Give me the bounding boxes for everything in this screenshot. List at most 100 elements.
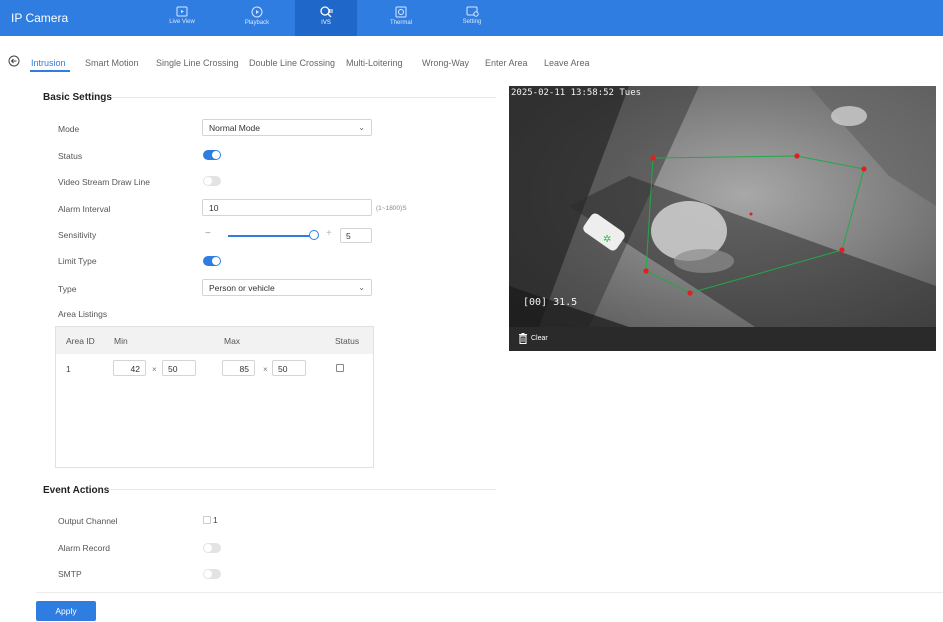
tab-smart-motion[interactable]: Smart Motion [85, 58, 139, 68]
target-marker-icon: ✲ [603, 234, 611, 245]
zone-vertex[interactable] [861, 166, 867, 172]
min-times-symbol: × [152, 365, 157, 374]
chevron-down-icon: ⌄ [358, 283, 365, 292]
output-channel-number: 1 [213, 515, 218, 525]
sensitivity-label: Sensitivity [58, 230, 97, 240]
alarm-record-label: Alarm Record [58, 543, 110, 553]
zone-vertex[interactable] [794, 153, 800, 159]
section-divider [112, 97, 496, 98]
output-channel-label: Output Channel [58, 516, 118, 526]
type-select[interactable]: Person or vehicle ⌄ [202, 279, 372, 296]
video-preview[interactable]: ✲ 2025-02-11 13:58:52 Tues [00] 31.5 [509, 86, 936, 327]
sensitivity-decrease-button[interactable]: − [205, 228, 211, 239]
basic-settings-title: Basic Settings [43, 92, 112, 103]
column-header-min: Min [114, 336, 128, 346]
video-temperature-overlay: [00] 31.5 [523, 297, 578, 308]
output-channel-checkbox[interactable] [203, 516, 211, 524]
event-actions-title: Event Actions [43, 485, 110, 496]
playback-icon [251, 6, 263, 18]
nav-setting-label: Setting [462, 19, 482, 25]
sensitivity-slider-handle[interactable] [309, 230, 319, 240]
toggle-knob [212, 151, 220, 159]
nav-ivs[interactable]: IVS [295, 0, 357, 36]
tab-double-line-crossing[interactable]: Double Line Crossing [249, 58, 335, 68]
table-header: Area ID Min Max Status [56, 327, 373, 354]
video-timestamp: 2025-02-11 13:58:52 Tues [511, 88, 642, 98]
alarm-interval-hint: (1~1800)S [376, 205, 407, 212]
alarm-record-toggle[interactable] [203, 543, 221, 553]
tab-wrong-way[interactable]: Wrong-Way [422, 58, 469, 68]
tab-leave-area[interactable]: Leave Area [544, 58, 590, 68]
nav-playback[interactable]: Playback [226, 0, 288, 36]
tab-intrusion[interactable]: Intrusion [31, 58, 66, 68]
max-width-input[interactable]: 85 [222, 360, 255, 376]
min-height-input[interactable]: 50 [162, 360, 196, 376]
app-title: IP Camera [11, 11, 69, 25]
zone-center-point [749, 212, 753, 216]
max-height-input[interactable]: 50 [272, 360, 306, 376]
zone-vertex[interactable] [687, 290, 693, 296]
nav-playback-label: Playback [244, 20, 270, 26]
setting-icon [466, 6, 479, 17]
toggle-knob [204, 544, 212, 552]
tab-single-line-crossing[interactable]: Single Line Crossing [156, 58, 239, 68]
chevron-down-icon: ⌄ [358, 123, 365, 132]
column-header-max: Max [224, 336, 241, 346]
nav-thermal[interactable]: Thermal [370, 0, 432, 36]
trash-icon [519, 333, 527, 344]
mode-label: Mode [58, 124, 80, 134]
sensitivity-slider-track[interactable] [228, 235, 315, 237]
nav-setting[interactable]: Setting [441, 0, 503, 36]
active-tab-underline [30, 70, 70, 72]
toggle-knob [204, 177, 212, 185]
max-times-symbol: × [263, 365, 268, 374]
video-toolbar: Clear [509, 327, 936, 351]
clear-button[interactable]: Clear [518, 333, 548, 344]
alarm-interval-input[interactable]: 10 [202, 199, 372, 216]
limit-type-label: Limit Type [58, 256, 97, 266]
area-listings-table: Area ID Min Max Status 1 42 × 50 85 × 50 [55, 326, 374, 468]
smtp-toggle[interactable] [203, 569, 221, 579]
thermal-icon [395, 6, 407, 18]
section-divider [108, 489, 496, 490]
column-header-status: Status [335, 336, 360, 346]
ivs-tabs: Intrusion Smart Motion Single Line Cross… [0, 50, 943, 74]
tab-multi-loitering[interactable]: Multi-Loitering [346, 58, 403, 68]
top-navigation-bar: IP Camera Live View Playback IVS Thermal… [0, 0, 943, 36]
sensitivity-increase-button[interactable]: + [326, 228, 332, 239]
column-header-area-id: Area ID [66, 336, 95, 346]
limit-type-toggle[interactable] [203, 256, 221, 266]
status-label: Status [58, 151, 83, 161]
zone-vertex[interactable] [643, 268, 649, 274]
clear-button-label: Clear [531, 335, 548, 342]
area-status-checkbox[interactable] [336, 364, 344, 372]
nav-live-view-label: Live View [169, 19, 195, 25]
back-arrow-icon[interactable] [8, 55, 20, 67]
zone-vertex[interactable] [650, 155, 656, 161]
footer-divider [36, 592, 943, 593]
nav-ivs-label: IVS [321, 20, 331, 26]
video-stream-draw-line-toggle[interactable] [203, 176, 221, 186]
nav-live-view[interactable]: Live View [151, 0, 213, 36]
status-toggle[interactable] [203, 150, 221, 160]
area-listings-label: Area Listings [58, 309, 108, 319]
area-id-cell: 1 [66, 364, 71, 374]
mode-value: Normal Mode [209, 123, 261, 133]
nav-thermal-label: Thermal [389, 20, 412, 26]
ivs-icon [319, 6, 332, 18]
tab-enter-area[interactable]: Enter Area [485, 58, 528, 68]
mode-select[interactable]: Normal Mode ⌄ [202, 119, 372, 136]
alarm-interval-label: Alarm Interval [58, 204, 111, 214]
live-view-icon [176, 6, 188, 17]
apply-button[interactable]: Apply [36, 601, 96, 621]
smtp-label: SMTP [58, 569, 82, 579]
type-label: Type [58, 284, 77, 294]
intrusion-zone-overlay[interactable]: ✲ [509, 86, 936, 327]
sensitivity-input[interactable]: 5 [340, 228, 372, 243]
type-value: Person or vehicle [209, 283, 275, 293]
toggle-knob [212, 257, 220, 265]
toggle-knob [204, 570, 212, 578]
zone-vertex[interactable] [839, 247, 845, 253]
video-stream-draw-line-label: Video Stream Draw Line [58, 177, 150, 187]
min-width-input[interactable]: 42 [113, 360, 146, 376]
